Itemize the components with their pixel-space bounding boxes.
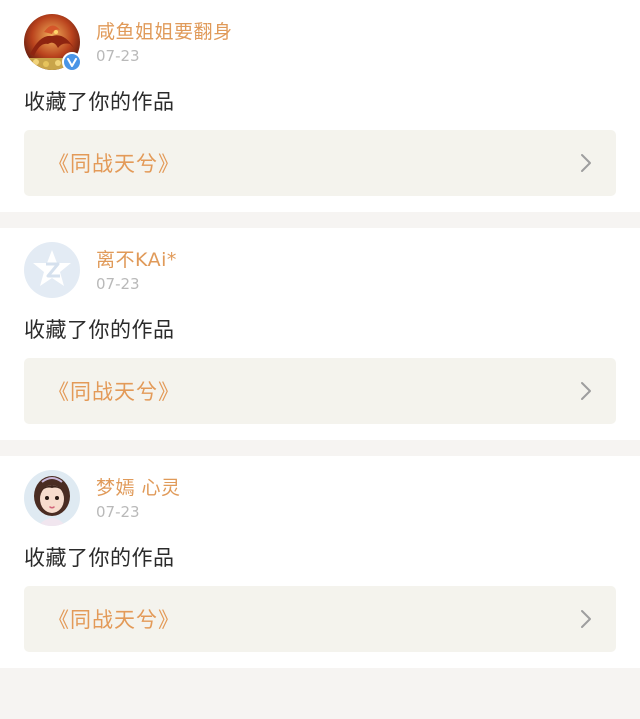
chevron-right-icon (581, 610, 591, 628)
work-link-button[interactable]: 《同战天兮》 (24, 358, 616, 424)
notification-card: 咸鱼姐姐要翻身 07-23 收藏了你的作品 《同战天兮》 (0, 0, 640, 212)
notification-card: 梦嫣 心灵 07-23 收藏了你的作品 《同战天兮》 (0, 456, 640, 668)
notification-card: 离不KAi* 07-23 收藏了你的作品 《同战天兮》 (0, 228, 640, 440)
notification-date: 07-23 (96, 47, 140, 65)
chevron-right-icon (581, 154, 591, 172)
verified-v-icon (62, 52, 82, 72)
notification-header: 离不KAi* 07-23 (24, 242, 616, 300)
notification-header: 梦嫣 心灵 07-23 (24, 470, 616, 528)
notification-feed: 咸鱼姐姐要翻身 07-23 收藏了你的作品 《同战天兮》 离不KAi* 07-2… (0, 0, 640, 668)
avatar-girl[interactable] (24, 470, 80, 526)
user-meta: 离不KAi* 07-23 (96, 242, 177, 294)
work-title: 《同战天兮》 (48, 152, 180, 176)
action-text: 收藏了你的作品 (24, 318, 175, 342)
username[interactable]: 梦嫣 心灵 (96, 476, 181, 500)
work-link-button[interactable]: 《同战天兮》 (24, 130, 616, 196)
notification-header: 咸鱼姐姐要翻身 07-23 (24, 14, 616, 72)
chevron-right-icon (581, 382, 591, 400)
user-meta: 咸鱼姐姐要翻身 07-23 (96, 14, 233, 66)
avatar-container[interactable] (24, 242, 80, 298)
username[interactable]: 咸鱼姐姐要翻身 (96, 20, 233, 44)
avatar-default-z[interactable] (24, 242, 80, 298)
avatar-container[interactable] (24, 14, 82, 72)
username[interactable]: 离不KAi* (96, 248, 177, 272)
work-link-button[interactable]: 《同战天兮》 (24, 586, 616, 652)
action-text: 收藏了你的作品 (24, 546, 175, 570)
work-title: 《同战天兮》 (48, 380, 180, 404)
action-text: 收藏了你的作品 (24, 90, 175, 114)
work-title: 《同战天兮》 (48, 608, 180, 632)
notification-date: 07-23 (96, 503, 140, 521)
avatar-container[interactable] (24, 470, 80, 526)
notification-date: 07-23 (96, 275, 140, 293)
user-meta: 梦嫣 心灵 07-23 (96, 470, 181, 522)
